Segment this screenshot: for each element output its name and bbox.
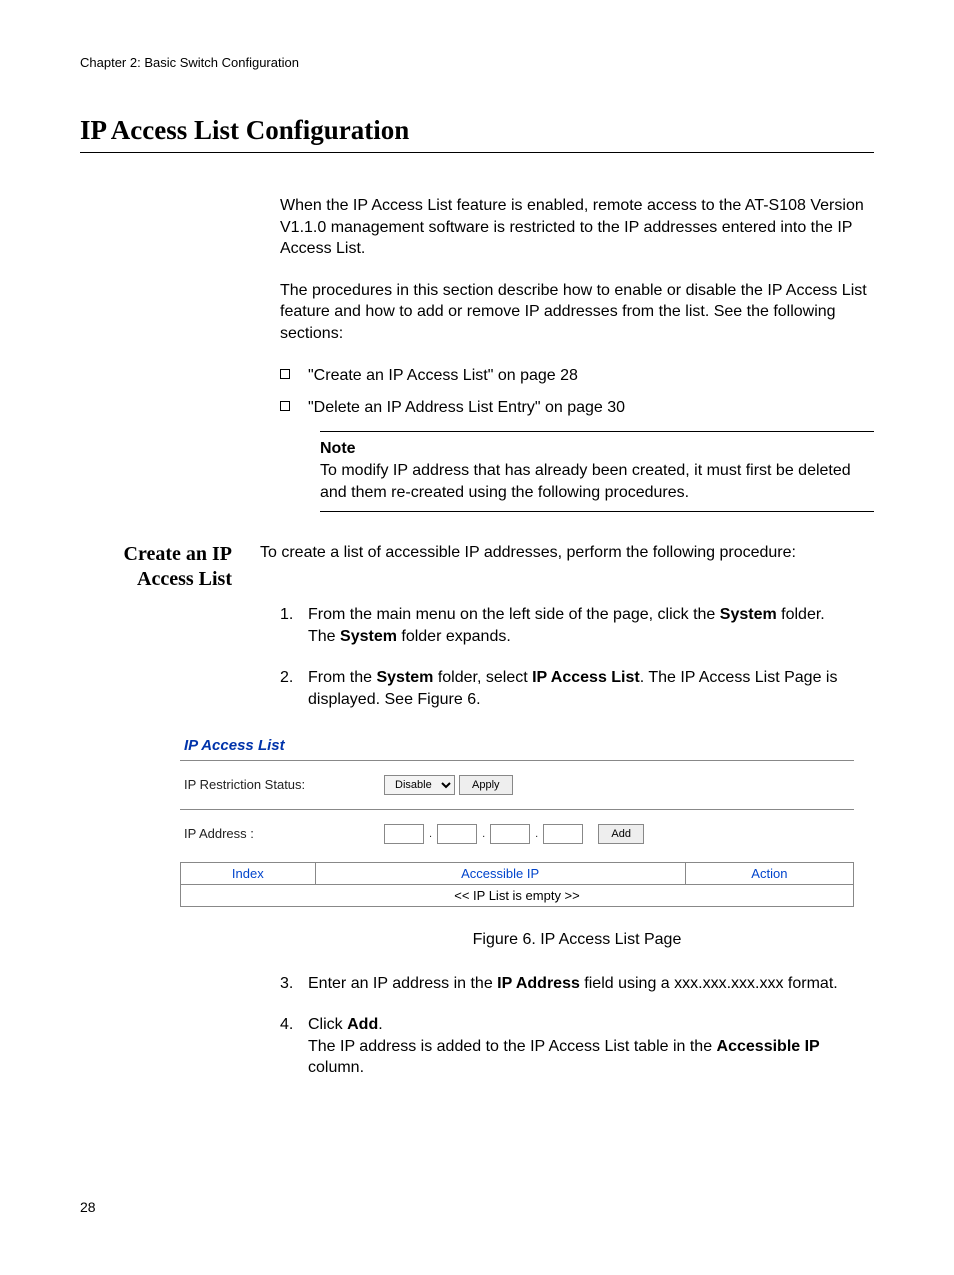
step-number: 2. [280, 667, 308, 710]
note-text: To modify IP address that has already be… [320, 460, 874, 503]
ip-address-label: IP Address : [184, 826, 384, 841]
restriction-label: IP Restriction Status: [184, 777, 384, 792]
th-index: Index [181, 862, 316, 884]
step-1: 1. From the main menu on the left side o… [280, 604, 874, 647]
note-label: Note [320, 438, 874, 460]
bullet-list: "Create an IP Access List" on page 28 "D… [280, 365, 874, 420]
ip-octet-3[interactable] [490, 824, 530, 844]
apply-button[interactable]: Apply [459, 775, 513, 795]
add-button[interactable]: Add [598, 824, 644, 844]
restriction-select[interactable]: Disable [384, 775, 455, 795]
ip-octet-2[interactable] [437, 824, 477, 844]
chapter-header: Chapter 2: Basic Switch Configuration [80, 55, 874, 70]
bullet-text: "Create an IP Access List" on page 28 [308, 365, 578, 387]
ip-address-row: IP Address : . . . Add [180, 810, 854, 858]
bullet-icon [280, 401, 290, 411]
section-intro: To create a list of accessible IP addres… [260, 542, 874, 592]
ip-list-table: Index Accessible IP Action << IP List is… [180, 862, 854, 907]
th-action: Action [685, 862, 853, 884]
step-2: 2. From the System folder, select IP Acc… [280, 667, 874, 710]
step-number: 4. [280, 1014, 308, 1079]
step-3: 3. Enter an IP address in the IP Address… [280, 973, 874, 995]
page-number: 28 [80, 1199, 874, 1215]
bullet-item: "Delete an IP Address List Entry" on pag… [280, 397, 874, 419]
figure-caption: Figure 6. IP Access List Page [280, 931, 874, 949]
bullet-text: "Delete an IP Address List Entry" on pag… [308, 397, 625, 419]
step-4: 4. Click Add. The IP address is added to… [280, 1014, 874, 1079]
figure-screenshot: IP Access List IP Restriction Status: Di… [180, 731, 854, 907]
step-number: 3. [280, 973, 308, 995]
th-accessible-ip: Accessible IP [315, 862, 685, 884]
intro-para-2: The procedures in this section describe … [280, 280, 874, 345]
ip-octet-4[interactable] [543, 824, 583, 844]
empty-row: << IP List is empty >> [181, 884, 854, 906]
note-box: Note To modify IP address that has alrea… [320, 431, 874, 512]
ip-octet-1[interactable] [384, 824, 424, 844]
bullet-item: "Create an IP Access List" on page 28 [280, 365, 874, 387]
page-title: IP Access List Configuration [80, 115, 874, 153]
intro-para-1: When the IP Access List feature is enabl… [280, 195, 874, 260]
step-number: 1. [280, 604, 308, 647]
panel-title: IP Access List [180, 731, 854, 761]
section-heading: Create an IP Access List [80, 542, 260, 592]
bullet-icon [280, 369, 290, 379]
restriction-row: IP Restriction Status: Disable Apply [180, 761, 854, 810]
